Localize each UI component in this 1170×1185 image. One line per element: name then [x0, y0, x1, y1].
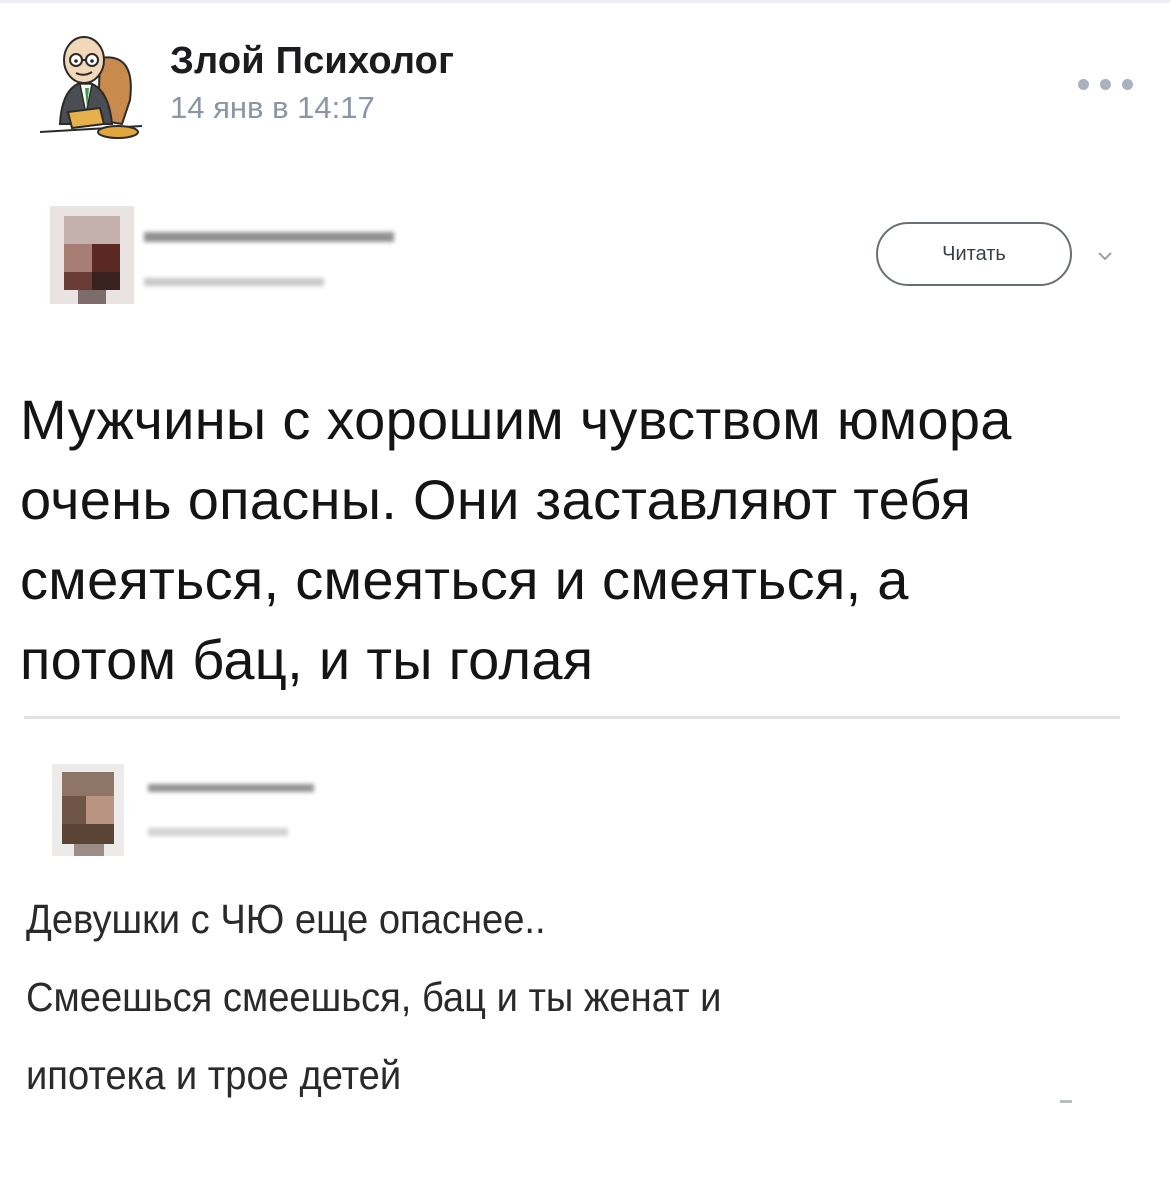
more-horizontal-icon[interactable] [1076, 77, 1136, 91]
tweet-line: потом бац, и ты голая [20, 628, 594, 691]
post-date[interactable]: 14 янв в 14:17 [170, 90, 375, 126]
community-avatar[interactable] [38, 28, 144, 140]
blurred-reply-name [148, 784, 314, 792]
follow-button[interactable]: Читать [876, 222, 1072, 286]
blurred-reply-handle [148, 828, 288, 836]
reply-text: Девушки с ЧЮ еще опаснее.. Смеешься смее… [26, 880, 1049, 1114]
content-divider [24, 716, 1120, 719]
blurred-author-name [144, 232, 394, 242]
chevron-down-icon[interactable] [1096, 248, 1114, 264]
tweet-text: Мужчины с хорошим чувством юмора очень о… [20, 380, 1160, 700]
blurred-reply-avatar [52, 764, 124, 856]
reply-line: Девушки с ЧЮ еще опаснее.. [26, 896, 546, 942]
tweet-line: Мужчины с хорошим чувством юмора [20, 388, 1012, 451]
blurred-author-handle [144, 278, 324, 286]
community-name[interactable]: Злой Психолог [170, 40, 454, 83]
top-divider [0, 0, 1170, 3]
blurred-author-avatar [50, 206, 134, 304]
tweet-line: очень опасны. Они заставляют тебя [20, 468, 972, 531]
image-corner-mark [1060, 1100, 1072, 1103]
tweet-line: смеяться, смеяться и смеяться, а [20, 548, 909, 611]
reply-line: Смеешься смеешься, бац и ты женат и [26, 974, 722, 1020]
post-image[interactable]: Читать Мужчины с хорошим чувством юмора … [0, 190, 1170, 1185]
reply-line: ипотека и трое детей [26, 1052, 402, 1098]
